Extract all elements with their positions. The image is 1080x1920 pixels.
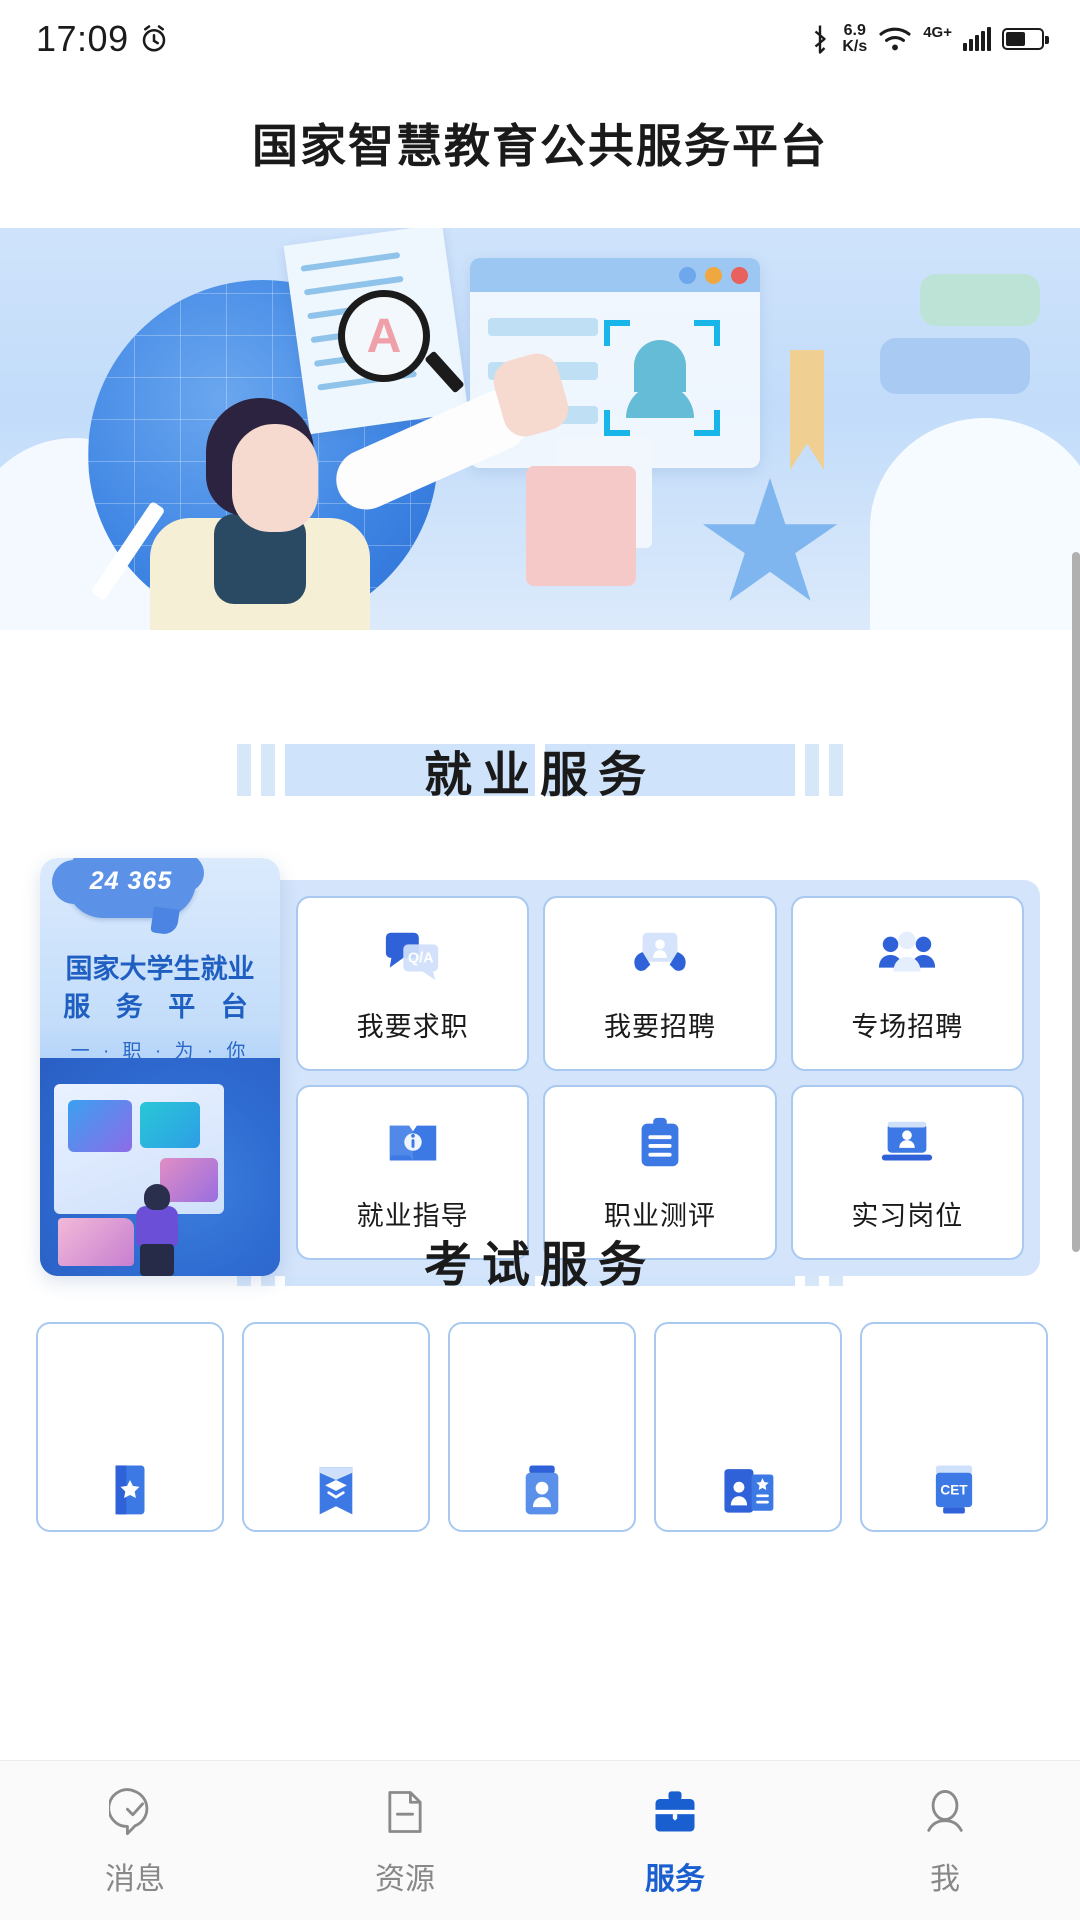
- open-book-info-icon: [382, 1112, 444, 1174]
- nav-label: 服务: [645, 1862, 705, 1896]
- laptop-person-icon: [876, 1112, 938, 1174]
- speech-bubble-decor-2: [880, 338, 1030, 394]
- employment-section-header: 就业服务: [0, 722, 1080, 818]
- briefcase-icon: [647, 1784, 703, 1840]
- promo-illustration: [40, 1058, 280, 1276]
- exam-tile-4[interactable]: [654, 1322, 842, 1532]
- promo-title-line2: 服 务 平 台: [63, 992, 257, 1023]
- status-bar: 17:09 6.9 K/s 4G+: [0, 0, 1080, 78]
- message-check-bubble-icon: [107, 1784, 163, 1840]
- alarm-icon: [142, 25, 165, 52]
- network-speed: 6.9 K/s: [842, 23, 867, 55]
- face-scan-icon: [604, 320, 720, 436]
- status-bar-right: 6.9 K/s 4G+: [809, 23, 1049, 55]
- status-bar-left: 17:09: [36, 18, 169, 60]
- wifi-icon: [879, 27, 911, 51]
- nav-item-services[interactable]: 服务: [540, 1784, 810, 1898]
- network-type-plus: +: [943, 23, 952, 41]
- pink-card-decor: [526, 466, 636, 586]
- network-speed-unit: K/s: [842, 38, 868, 55]
- vertical-scrollbar[interactable]: [1072, 552, 1080, 1252]
- bookmark-decor: [790, 350, 824, 470]
- promo-badge-text: 24 365: [89, 866, 173, 895]
- nav-item-me[interactable]: 我: [810, 1784, 1080, 1898]
- nav-label: 资源: [375, 1862, 435, 1896]
- service-tile-special-recruit[interactable]: 专场招聘: [790, 896, 1024, 1071]
- clipboard-icon: [629, 1112, 691, 1174]
- promo-card-24365[interactable]: 24 365 国家大学生就业 服 务 平 台 一 · 职 · 为 · 你: [40, 858, 280, 1276]
- service-tile-recruit[interactable]: 我要招聘: [543, 896, 777, 1071]
- signal-bars-icon: [963, 27, 991, 51]
- cloud-right-decor: [870, 418, 1080, 630]
- promo-badge-cloud: 24 365: [52, 858, 204, 936]
- network-type-label: 4G+: [923, 24, 952, 41]
- nav-item-messages[interactable]: 消息: [0, 1784, 270, 1898]
- exam-section-title: 考试服务: [423, 1239, 656, 1292]
- star-certificate-icon: [101, 1460, 159, 1518]
- document-icon: [377, 1784, 433, 1840]
- status-time: 17:09: [36, 18, 129, 59]
- person-outline-icon: [917, 1784, 973, 1840]
- employment-section-title: 就业服务: [423, 749, 656, 802]
- service-tile-label: 专场招聘: [851, 1012, 964, 1042]
- employment-panel: 24 365 国家大学生就业 服 务 平 台 一 · 职 · 为 · 你 Q/A…: [40, 858, 1040, 1276]
- cet-icon: CET: [925, 1460, 983, 1518]
- exam-tile-2[interactable]: [242, 1322, 430, 1532]
- hero-banner[interactable]: A: [0, 228, 1080, 630]
- bluetooth-icon: [815, 25, 827, 54]
- app-root: 17:09 6.9 K/s 4G+ 国家智慧教育公共服务平台 A 就业服务 24…: [0, 0, 1080, 1920]
- service-tile-job-seek[interactable]: Q/A 我要求职: [296, 896, 530, 1071]
- employment-service-grid: Q/A 我要求职 我要招聘 专场招聘 就业指导 职业测评 实习岗位: [240, 880, 1040, 1276]
- id-person-card-icon: [513, 1460, 571, 1518]
- exam-service-grid: CET: [36, 1322, 1048, 1532]
- nav-item-resources[interactable]: 资源: [270, 1784, 540, 1898]
- person-star-card-icon: [719, 1460, 777, 1518]
- service-tile-internship[interactable]: 实习岗位: [790, 1085, 1024, 1260]
- person-face: [232, 424, 318, 532]
- service-tile-label: 实习岗位: [851, 1201, 964, 1231]
- speech-bubble-decor-1: [920, 274, 1040, 326]
- promo-title: 国家大学生就业 服 务 平 台: [40, 950, 280, 1027]
- exam-tile-5[interactable]: CET: [860, 1322, 1048, 1532]
- svg-text:Q/A: Q/A: [408, 951, 434, 967]
- bottom-navigation: 消息 资源 服务 我: [0, 1760, 1080, 1920]
- service-tile-label: 我要求职: [356, 1012, 469, 1042]
- battery-icon: [1002, 28, 1049, 50]
- nav-label: 消息: [105, 1862, 165, 1896]
- promo-title-line1: 国家大学生就业: [65, 954, 255, 984]
- star-decor: [702, 478, 838, 601]
- exam-tile-1[interactable]: [36, 1322, 224, 1532]
- magnifier-letter: A: [366, 309, 402, 363]
- magnifier-icon: A: [338, 290, 430, 382]
- nav-label: 我: [930, 1862, 960, 1896]
- hands-holding-person-icon: [629, 923, 691, 985]
- exam-tile-3[interactable]: [448, 1322, 636, 1532]
- qa-chat-bubbles-icon: Q/A: [382, 923, 444, 985]
- page-title: 国家智慧教育公共服务平台: [252, 120, 828, 172]
- network-speed-value: 6.9: [843, 22, 866, 39]
- graduation-book-icon: [307, 1460, 365, 1518]
- service-tile-label: 我要招聘: [603, 1012, 716, 1042]
- network-type: 4G: [923, 23, 944, 41]
- window-controls: [470, 258, 760, 292]
- cet-label: CET: [940, 1482, 968, 1497]
- group-of-people-icon: [876, 923, 938, 985]
